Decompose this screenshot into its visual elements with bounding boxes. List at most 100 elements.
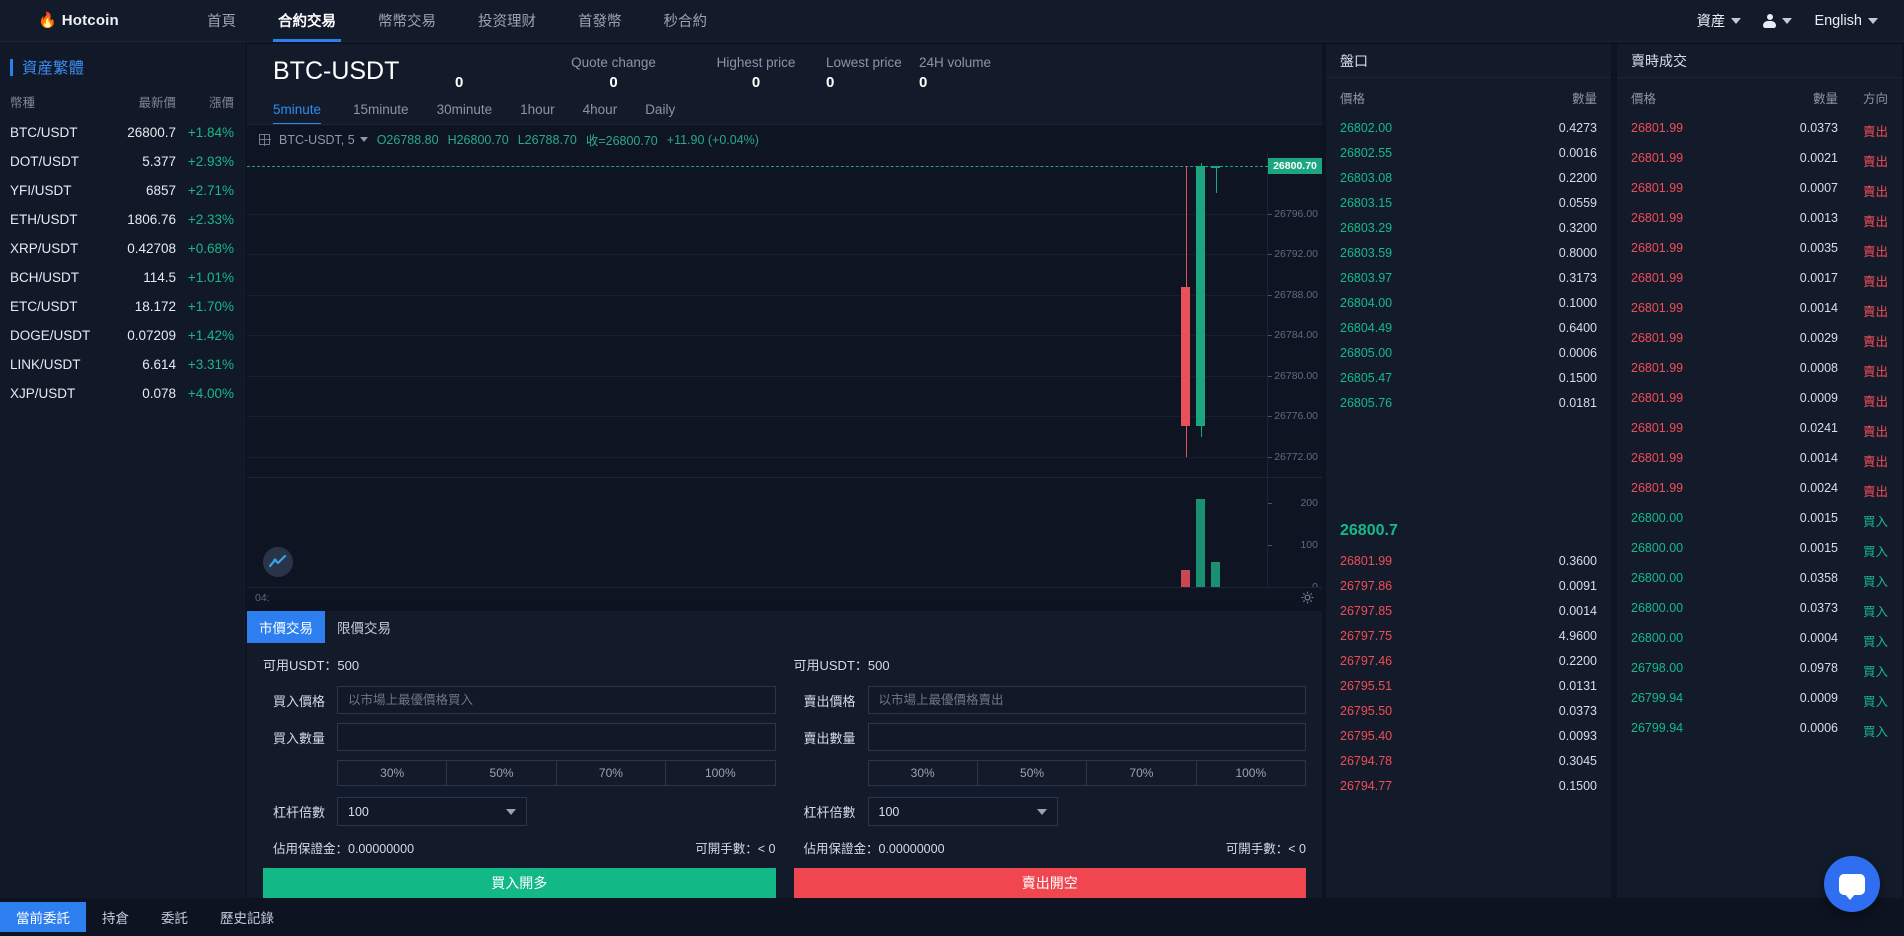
sidebar-market-row[interactable]: ETC/USDT18.172+1.70% bbox=[0, 292, 244, 321]
timeframe-15minute[interactable]: 15minute bbox=[339, 100, 423, 124]
candlestick-pane[interactable]: 26796.0026792.0026788.0026784.0026780.00… bbox=[247, 153, 1322, 477]
sidebar-market-row[interactable]: DOT/USDT5.377+2.93% bbox=[0, 147, 244, 176]
orderbook-row[interactable]: 26805.470.1500 bbox=[1326, 365, 1611, 390]
timeframe-1hour[interactable]: 1hour bbox=[506, 100, 569, 124]
orderbook-row[interactable]: 26797.754.9600 bbox=[1326, 623, 1611, 648]
orderbook-row[interactable]: 26797.850.0014 bbox=[1326, 598, 1611, 623]
sell-amount-input[interactable] bbox=[868, 723, 1307, 751]
orderbook-row[interactable]: 26795.400.0093 bbox=[1326, 723, 1611, 748]
chart-legend-low: L26788.70 bbox=[518, 133, 577, 147]
buy-leverage-select[interactable]: 100 bbox=[337, 797, 527, 826]
orderbook-row[interactable]: 26795.510.0131 bbox=[1326, 673, 1611, 698]
sell-percent-30[interactable]: 30% bbox=[869, 761, 978, 785]
timeframe-daily[interactable]: Daily bbox=[631, 100, 689, 124]
bottom-tab-history[interactable]: 歷史記錄 bbox=[204, 902, 290, 932]
timeframe-30minute[interactable]: 30minute bbox=[423, 100, 507, 124]
orderbook-row[interactable]: 26797.860.0091 bbox=[1326, 573, 1611, 598]
orderbook-row[interactable]: 26797.460.2200 bbox=[1326, 648, 1611, 673]
timeframe-4hour[interactable]: 4hour bbox=[569, 100, 632, 124]
nav-item-finance[interactable]: 投资理财 bbox=[457, 0, 557, 42]
sidebar-market-row[interactable]: ETH/USDT1806.76+2.33% bbox=[0, 205, 244, 234]
axis-tick bbox=[1268, 376, 1272, 377]
nav-item-ieo[interactable]: 首發幣 bbox=[557, 0, 643, 42]
trade-price: 26801.99 bbox=[1631, 481, 1739, 500]
sell-short-button[interactable]: 賣出開空 bbox=[794, 868, 1307, 898]
orderbook-row[interactable]: 26805.760.0181 bbox=[1326, 390, 1611, 415]
brand-logo[interactable]: 🔥 Hotcoin bbox=[38, 12, 158, 29]
buy-percent-30[interactable]: 30% bbox=[338, 761, 447, 785]
bottom-tab-current-orders[interactable]: 當前委託 bbox=[0, 902, 86, 932]
buy-available-lots: 可開手數：< 0 bbox=[695, 838, 775, 857]
sell-leverage-select[interactable]: 100 bbox=[868, 797, 1058, 826]
buy-percent-100[interactable]: 100% bbox=[666, 761, 774, 785]
nav-item-home[interactable]: 首頁 bbox=[186, 0, 257, 42]
orderbook-row[interactable]: 26804.000.1000 bbox=[1326, 290, 1611, 315]
orderbook-row[interactable]: 26803.080.2200 bbox=[1326, 165, 1611, 190]
gear-icon[interactable] bbox=[1301, 591, 1314, 604]
sidebar-market-row[interactable]: LINK/USDT6.614+3.31% bbox=[0, 350, 244, 379]
sell-percent-100[interactable]: 100% bbox=[1197, 761, 1305, 785]
sidebar-market-row[interactable]: DOGE/USDT0.07209+1.42% bbox=[0, 321, 244, 350]
trade-direction: 賣出 bbox=[1838, 271, 1888, 290]
orderbook-row[interactable]: 26803.970.3173 bbox=[1326, 265, 1611, 290]
tab-limit-order[interactable]: 限價交易 bbox=[325, 611, 403, 643]
trades-column-headers: 價格 數量 方向 bbox=[1617, 78, 1902, 115]
orderbook-row[interactable]: 26803.150.0559 bbox=[1326, 190, 1611, 215]
sidebar-market-row[interactable]: BTC/USDT26800.7+1.84% bbox=[0, 118, 244, 147]
orderbook-row[interactable]: 26795.500.0373 bbox=[1326, 698, 1611, 723]
chevron-down-icon[interactable] bbox=[360, 137, 368, 142]
orderbook-row[interactable]: 26794.770.1500 bbox=[1326, 773, 1611, 798]
grid-icon[interactable] bbox=[259, 134, 270, 145]
buy-long-button[interactable]: 買入開多 bbox=[263, 868, 776, 898]
buy-percent-70[interactable]: 70% bbox=[557, 761, 666, 785]
volume-pane[interactable]: 2001000 bbox=[247, 477, 1322, 587]
trade-row: 26801.990.0014賣出 bbox=[1617, 445, 1902, 475]
trade-row: 26801.990.0014賣出 bbox=[1617, 295, 1902, 325]
price-chart[interactable]: BTC-USDT, 5 O26788.80 H26800.70 L26788.7… bbox=[247, 124, 1322, 607]
stat-highest-price-label: Highest price bbox=[717, 54, 796, 72]
trade-row: 26801.990.0008賣出 bbox=[1617, 355, 1902, 385]
trade-direction: 買入 bbox=[1838, 511, 1888, 530]
sidebar-market-row[interactable]: YFI/USDT6857+2.71% bbox=[0, 176, 244, 205]
language-menu[interactable]: English bbox=[1814, 13, 1878, 29]
orderbook-row[interactable]: 26802.550.0016 bbox=[1326, 140, 1611, 165]
trade-direction: 賣出 bbox=[1838, 181, 1888, 200]
sell-price-input[interactable] bbox=[868, 686, 1307, 714]
orderbook-row[interactable]: 26803.590.8000 bbox=[1326, 240, 1611, 265]
trade-row: 26801.990.0017賣出 bbox=[1617, 265, 1902, 295]
bottom-tab-positions[interactable]: 持倉 bbox=[86, 902, 145, 932]
buy-price-row: 買入價格 bbox=[263, 686, 776, 714]
sidebar-market-row[interactable]: XJP/USDT0.078+4.00% bbox=[0, 379, 244, 408]
nav-item-spot-trading[interactable]: 幣幣交易 bbox=[357, 0, 457, 42]
orderbook-row[interactable]: 26794.780.3045 bbox=[1326, 748, 1611, 773]
chevron-down-icon bbox=[1868, 18, 1878, 24]
nav-item-contract-trading[interactable]: 合約交易 bbox=[257, 0, 357, 42]
sell-amount-row: 賣出數量 bbox=[794, 723, 1307, 751]
buy-amount-input[interactable] bbox=[337, 723, 776, 751]
buy-percent-50[interactable]: 50% bbox=[447, 761, 556, 785]
user-menu[interactable] bbox=[1763, 14, 1792, 28]
assets-menu[interactable]: 資産 bbox=[1696, 10, 1741, 31]
orderbook-row-amount: 0.3200 bbox=[1469, 221, 1598, 235]
buy-price-input[interactable] bbox=[337, 686, 776, 714]
orderbook-row[interactable]: 26801.990.3600 bbox=[1326, 548, 1611, 573]
sidebar-market-row[interactable]: XRP/USDT0.42708+0.68% bbox=[0, 234, 244, 263]
trade-direction: 賣出 bbox=[1838, 151, 1888, 170]
chevron-down-icon bbox=[1731, 18, 1741, 24]
sidebar-market-row[interactable]: BCH/USDT114.5+1.01% bbox=[0, 263, 244, 292]
sell-percent-70[interactable]: 70% bbox=[1087, 761, 1196, 785]
timeframe-5minute[interactable]: 5minute bbox=[273, 100, 339, 124]
chart-gridline bbox=[247, 376, 1268, 377]
orderbook-row[interactable]: 26805.000.0006 bbox=[1326, 340, 1611, 365]
chat-widget-button[interactable] bbox=[1824, 856, 1880, 912]
orderbook-row-price: 26794.78 bbox=[1340, 754, 1469, 768]
chart-legend-symbol[interactable]: BTC-USDT, 5 bbox=[279, 133, 355, 147]
sell-percent-50[interactable]: 50% bbox=[978, 761, 1087, 785]
bottom-tab-orders[interactable]: 委託 bbox=[145, 902, 204, 932]
orderbook-row[interactable]: 26804.490.6400 bbox=[1326, 315, 1611, 340]
nav-item-seconds-contract[interactable]: 秒合約 bbox=[643, 0, 729, 42]
tab-market-order[interactable]: 市價交易 bbox=[247, 611, 325, 643]
orderbook-row[interactable]: 26802.000.4273 bbox=[1326, 115, 1611, 140]
orderbook-row[interactable]: 26803.290.3200 bbox=[1326, 215, 1611, 240]
chart-legend: BTC-USDT, 5 O26788.80 H26800.70 L26788.7… bbox=[247, 125, 1322, 153]
